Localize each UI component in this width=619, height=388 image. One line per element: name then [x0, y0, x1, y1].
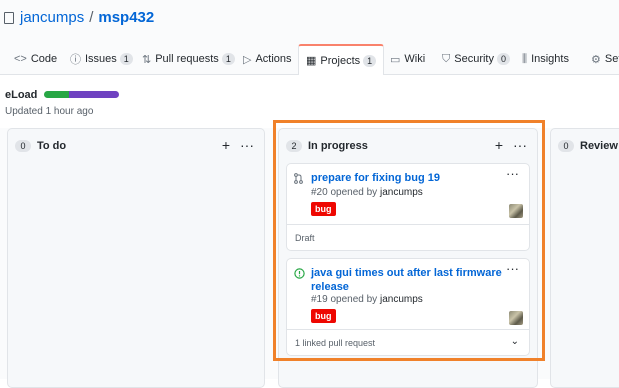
card-title-link[interactable]: java gui times out after last firmware r…	[311, 266, 505, 294]
add-card-icon[interactable]: +	[222, 137, 230, 153]
repo-tabs: <> Code ⓘ Issues 1 ⇅ Pull requests 1 ▷ A…	[0, 44, 619, 75]
book-icon: ▭	[390, 53, 401, 66]
column-header: 2 In progress + ···	[279, 129, 537, 163]
tab-label: Code	[30, 53, 58, 65]
tab-projects[interactable]: ▦ Projects 1	[298, 44, 385, 75]
avatar[interactable]	[509, 311, 523, 325]
tab-issues[interactable]: ⓘ Issues 1	[70, 44, 133, 74]
card-menu-icon[interactable]: ···	[506, 261, 519, 276]
project-card[interactable]: java gui times out after last firmware r…	[286, 258, 530, 356]
project-icon: ▦	[306, 55, 317, 67]
card-number: #20	[311, 187, 328, 198]
card-footer[interactable]: 1 linked pull request ⌄	[287, 329, 529, 355]
column-title: Review in	[580, 140, 619, 152]
column-title: In progress	[308, 140, 368, 152]
card-meta: #20 opened by jancumps	[311, 187, 423, 198]
repo-separator: /	[89, 9, 94, 26]
issue-icon: ⓘ	[70, 54, 81, 66]
card-meta: #19 opened by jancumps	[311, 294, 423, 305]
card-opened-by: opened by	[330, 187, 378, 198]
card-title-link[interactable]: prepare for fixing bug 19	[311, 171, 505, 185]
tab-label: Security	[454, 53, 494, 65]
column-actions: + ···	[495, 137, 527, 153]
tab-label: Actions	[255, 53, 292, 65]
column-actions: + ···	[222, 137, 254, 153]
card-number: #19	[311, 294, 328, 305]
add-card-icon[interactable]: +	[495, 137, 503, 153]
pull-request-icon: ⇅	[142, 53, 152, 66]
tab-label: Pull requests	[155, 53, 219, 65]
play-icon: ▷	[243, 53, 252, 66]
tab-counter: 0	[497, 53, 511, 65]
linked-pull-request-text: 1 linked pull request	[295, 337, 376, 348]
card-opened-by: opened by	[330, 294, 378, 305]
repo-name-link[interactable]: msp432	[98, 9, 154, 26]
issue-opened-icon	[294, 268, 305, 282]
column-menu-icon[interactable]: ···	[513, 137, 527, 153]
column-title: To do	[37, 140, 67, 152]
project-progress-bar	[44, 91, 119, 98]
tab-code[interactable]: <> Code	[14, 44, 57, 74]
progress-done-segment	[44, 91, 69, 98]
chevron-down-icon[interactable]: ⌄	[511, 336, 519, 347]
repo-icon	[4, 11, 14, 24]
tab-actions[interactable]: ▷ Actions	[243, 44, 292, 74]
repo-header: jancumps / msp432 <> Code ⓘ Issues 1 ⇅ P…	[0, 0, 619, 75]
card-menu-icon[interactable]: ···	[506, 166, 519, 181]
pull-request-icon	[294, 173, 303, 187]
tab-security[interactable]: ⛉ Security 0	[442, 44, 511, 74]
tab-label: Projects	[320, 54, 361, 67]
progress-in-progress-segment	[68, 91, 119, 98]
tab-label: Insights	[531, 53, 569, 65]
tab-counter: 1	[119, 53, 133, 65]
column-card-count: 0	[15, 140, 31, 152]
column-header: 0 Review in	[551, 129, 619, 163]
tab-label: Wiki	[404, 53, 426, 65]
column-card-count: 0	[558, 140, 574, 152]
column-to-do: 0 To do + ···	[7, 128, 265, 388]
card-author-link[interactable]: jancumps	[380, 294, 423, 305]
project-updated-time: Updated 1 hour ago	[5, 106, 94, 117]
repo-title: jancumps / msp432	[4, 9, 154, 26]
project-card[interactable]: prepare for fixing bug 19 ··· #20 opened…	[286, 163, 530, 251]
tab-counter: 1	[221, 53, 235, 65]
shield-icon: ⛉	[442, 52, 451, 65]
tab-label: Issues	[85, 53, 117, 65]
column-in-progress: 2 In progress + ··· prepare for fixing b…	[278, 128, 538, 388]
graph-icon: ⫼	[522, 52, 528, 65]
project-name: eLoad	[5, 89, 38, 101]
tab-pull-requests[interactable]: ⇅ Pull requests 1	[142, 44, 235, 74]
column-menu-icon[interactable]: ···	[240, 137, 254, 153]
column-card-count: 2	[286, 140, 302, 152]
card-footer: Draft	[287, 224, 529, 250]
code-icon: <>	[14, 53, 27, 65]
tab-insights[interactable]: ⫼ Insights	[522, 44, 569, 74]
repo-owner-link[interactable]: jancumps	[20, 9, 84, 26]
avatar[interactable]	[509, 204, 523, 218]
column-header: 0 To do + ···	[8, 129, 264, 163]
label-badge[interactable]: bug	[311, 309, 336, 323]
tab-settings[interactable]: ⚙ Set	[591, 44, 619, 74]
label-badge[interactable]: bug	[311, 202, 336, 216]
card-status-text: Draft	[295, 232, 315, 243]
column-review: 0 Review in	[550, 128, 619, 388]
tab-label: Set	[604, 53, 619, 65]
card-author-link[interactable]: jancumps	[380, 187, 423, 198]
tab-counter: 1	[363, 54, 377, 67]
gear-icon: ⚙	[591, 53, 601, 66]
tab-wiki[interactable]: ▭ Wiki	[390, 44, 425, 74]
project-board: 0 To do + ··· 2 In progress + ··· prepar…	[0, 128, 619, 388]
